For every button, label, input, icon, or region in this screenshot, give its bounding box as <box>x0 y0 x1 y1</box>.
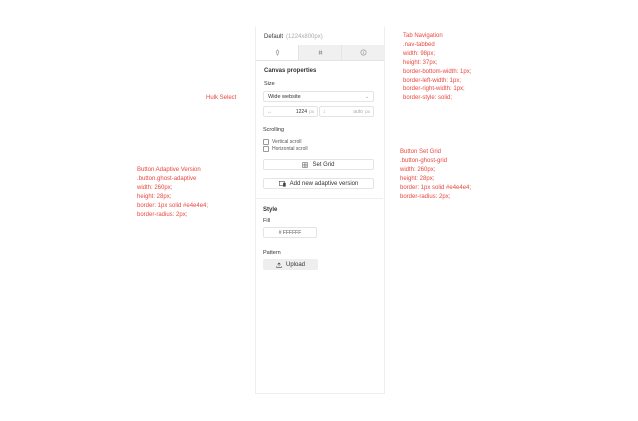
width-value: 1224 <box>295 109 307 115</box>
set-grid-label: Set Grid <box>312 161 335 168</box>
tab-navigation <box>256 45 384 61</box>
upload-button[interactable]: Upload <box>263 259 318 270</box>
checkbox-icon <box>263 139 269 145</box>
height-unit: px <box>365 109 370 114</box>
vertical-scroll-label: Vertical scroll <box>272 139 302 145</box>
annotation-tab-navigation: Tab Navigation .nav-tabbed width: 98px; … <box>403 33 472 102</box>
width-input[interactable]: ↔ 1224 px <box>263 106 318 117</box>
annotation-button-adaptive: Button Adaptive Version .button.ghost-ad… <box>137 167 209 218</box>
horizontal-scroll-checkbox[interactable]: Horizontal scroll <box>263 146 308 152</box>
info-icon <box>360 49 366 56</box>
checkbox-icon <box>263 146 269 152</box>
size-select[interactable]: Wide website ⌄ <box>263 91 374 102</box>
device-icon <box>278 180 286 187</box>
hash-icon <box>318 50 322 55</box>
annotation-hulk-select: Hulk Select <box>206 95 237 101</box>
scrolling-label: Scrolling <box>263 127 285 133</box>
style-title: Style <box>263 207 278 213</box>
add-adaptive-label: Add new adaptive version <box>289 180 359 187</box>
width-unit: px <box>309 109 314 114</box>
chevron-down-icon: ⌄ <box>364 94 369 100</box>
tab-hash[interactable] <box>298 45 341 60</box>
annotation-button-set-grid: Button Set Grid .button-ghost-grid width… <box>400 149 472 200</box>
upload-label: Upload <box>285 261 305 268</box>
horizontal-scroll-label: Horizontal scroll <box>272 146 308 152</box>
size-label: Size <box>264 81 275 87</box>
panel-title: Default <box>264 34 284 40</box>
fill-label: Fill <box>263 218 271 224</box>
canvas-properties-title: Canvas properties <box>264 68 317 74</box>
upload-icon <box>276 261 282 268</box>
add-adaptive-version-button[interactable]: Add new adaptive version <box>263 178 374 189</box>
set-grid-button[interactable]: Set Grid <box>263 159 374 170</box>
tab-info[interactable] <box>341 45 384 60</box>
height-input[interactable]: ↕ auto px <box>319 106 374 117</box>
fill-color-input[interactable]: # FFFFFF <box>263 227 317 238</box>
width-arrows-icon: ↔ <box>267 109 272 115</box>
section-divider <box>255 198 383 199</box>
tab-pin[interactable] <box>256 45 298 60</box>
size-select-value: Wide website <box>268 94 301 100</box>
height-arrows-icon: ↕ <box>323 109 326 115</box>
height-value: auto <box>353 109 363 115</box>
grid-icon <box>302 161 309 168</box>
panel-header: Default (1224x800px) <box>264 34 323 40</box>
vertical-scroll-checkbox[interactable]: Vertical scroll <box>263 139 301 145</box>
pin-icon <box>275 49 279 56</box>
pattern-label: Pattern <box>263 250 281 256</box>
panel-size: (1224x800px) <box>286 34 323 40</box>
